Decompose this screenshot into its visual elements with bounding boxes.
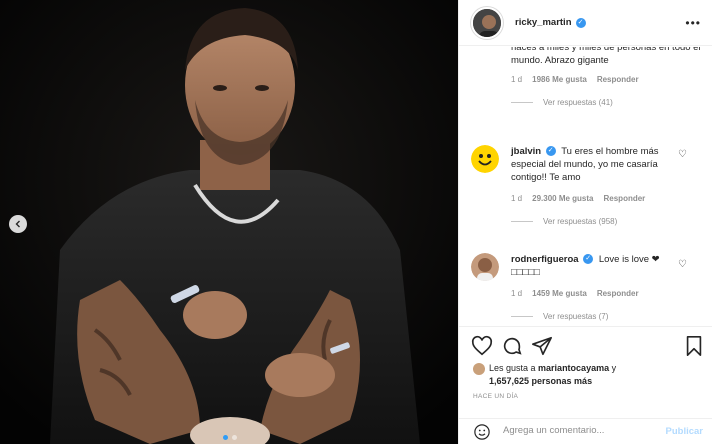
comment-body: jbalvin ✓ Tu eres el hombre más especial… — [511, 145, 681, 184]
carousel-dot — [232, 435, 237, 440]
comment-age: 1 d — [511, 194, 523, 203]
heart-icon[interactable] — [471, 335, 493, 357]
liker-avatar — [473, 362, 485, 375]
comment-likes[interactable]: 1986 Me gusta — [532, 75, 587, 84]
commenter-avatar[interactable] — [471, 145, 499, 173]
view-replies-button[interactable]: Ver respuestas (958) — [511, 217, 701, 226]
reply-button[interactable]: Responder — [604, 194, 646, 203]
likes-summary: Les gusta a mariantocayama y 1,657,625 p… — [473, 362, 616, 388]
view-replies-button[interactable]: Ver respuestas (7) — [511, 312, 701, 321]
view-replies-button[interactable]: Ver respuestas (41) — [511, 98, 701, 107]
comment-meta: 1 d 29.300 Me gusta Responder — [511, 194, 701, 203]
liker-username[interactable]: mariantocayama — [538, 363, 609, 373]
comment-item: rodnerfigueroa ✓ Love is love ❤ □□□□□ ♡ … — [471, 253, 701, 321]
comment-meta: 1 d 1986 Me gusta Responder — [511, 75, 701, 84]
comment-age: 1 d — [511, 289, 523, 298]
likes-count[interactable]: 1,657,625 personas más — [489, 376, 592, 386]
comment-item: hacés a miles y miles de personas en tod… — [511, 47, 701, 107]
instagram-post-modal: ricky_martin ✓ ••• hacés a miles y miles… — [0, 0, 712, 444]
post-actions — [459, 326, 712, 366]
add-comment-bar: Publicar — [459, 418, 712, 444]
commenter-avatar[interactable] — [471, 253, 499, 281]
post-timestamp[interactable]: HACE UN DÍA — [473, 393, 518, 400]
verified-badge-icon: ✓ — [545, 146, 556, 157]
comment-like-heart-icon[interactable]: ♡ — [678, 259, 687, 270]
comment-text: hacés a miles y miles de personas en tod… — [511, 47, 701, 66]
verified-badge-icon: ✓ — [583, 254, 594, 265]
commenter-username[interactable]: jbalvin — [511, 146, 541, 157]
comment-icon[interactable] — [501, 335, 523, 357]
carousel-indicator — [223, 435, 237, 440]
comment-body: rodnerfigueroa ✓ Love is love ❤ □□□□□ — [511, 253, 681, 279]
publish-button[interactable]: Publicar — [666, 426, 704, 437]
comment-like-heart-icon[interactable]: ♡ — [678, 149, 687, 160]
post-photo — [0, 0, 458, 444]
reply-button[interactable]: Responder — [597, 289, 639, 298]
post-header: ricky_martin ✓ ••• — [459, 0, 712, 46]
share-icon[interactable] — [531, 335, 553, 357]
comment-likes[interactable]: 29.300 Me gusta — [532, 194, 593, 203]
verified-badge-icon: ✓ — [575, 17, 586, 28]
comment-meta: 1 d 1459 Me gusta Responder — [511, 289, 701, 298]
carousel-dot-active — [223, 435, 228, 440]
comment-item: jbalvin ✓ Tu eres el hombre más especial… — [471, 145, 701, 226]
comment-age: 1 d — [511, 75, 523, 84]
comment-input[interactable] — [503, 425, 653, 436]
bookmark-icon[interactable] — [683, 335, 705, 357]
more-options-icon[interactable]: ••• — [685, 16, 701, 30]
comment-likes[interactable]: 1459 Me gusta — [532, 289, 587, 298]
emoji-icon[interactable] — [473, 423, 491, 441]
post-media[interactable] — [0, 0, 458, 444]
carousel-prev-button[interactable] — [9, 215, 27, 233]
post-sidebar: ricky_martin ✓ ••• hacés a miles y miles… — [458, 0, 712, 444]
chevron-left-icon — [15, 220, 20, 228]
reply-button[interactable]: Responder — [597, 75, 639, 84]
comments-list[interactable]: hacés a miles y miles de personas en tod… — [459, 47, 712, 325]
commenter-username[interactable]: rodnerfigueroa — [511, 254, 579, 265]
author-avatar[interactable] — [471, 6, 503, 39]
author-username[interactable]: ricky_martin — [515, 17, 572, 28]
